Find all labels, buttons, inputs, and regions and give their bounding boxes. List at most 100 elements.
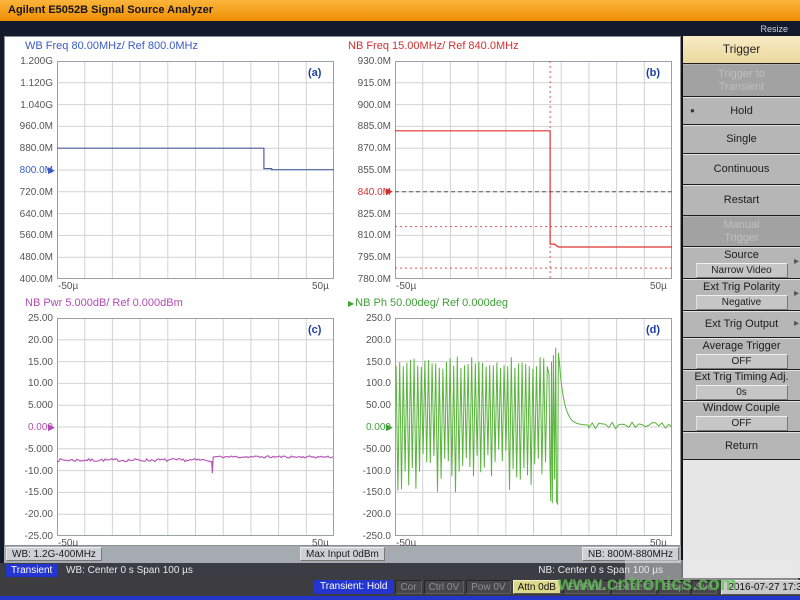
chart-b-title: NB Freq 15.00MHz/ Ref 840.0MHz <box>348 40 519 52</box>
menu-item-trigger-to-transient: Trigger toTransient <box>683 64 800 97</box>
chart-a-plot <box>57 61 334 279</box>
menu-item-value: Narrow Video <box>696 263 788 278</box>
menu-item-label: Window Couple <box>703 402 780 415</box>
chart-c-ytick: 20.00 <box>7 335 53 346</box>
menu-item-label: Return <box>725 440 758 453</box>
status-segment-svc: Svc <box>691 580 718 594</box>
menu-item-label: Manual <box>723 219 759 232</box>
chart-b-corner-label: (b) <box>646 67 660 79</box>
chart-b-xtick-min: -50µ <box>396 281 416 292</box>
chart-c-ytick: -5.000 <box>7 444 53 455</box>
chart-a-ytick: 640.0M <box>7 209 53 220</box>
chart-b-ytick: 840.0M <box>345 187 391 198</box>
chart-b-ytick: 915.0M <box>345 78 391 89</box>
chart-c-ytick: 25.00 <box>7 313 53 324</box>
chart-b-ytick: 900.0M <box>345 100 391 111</box>
softkey-menu: TriggerTrigger toTransientHold●SingleCon… <box>682 36 800 578</box>
menu-item-restart[interactable]: Restart <box>683 185 800 216</box>
menu-item-ext-trig-output[interactable]: Ext Trig Output ▸ <box>683 311 800 338</box>
chart-d-ytick: 250.0 <box>345 313 391 324</box>
chart-c-corner-label: (c) <box>308 324 321 336</box>
chart-d-ytick: -50.00 <box>345 444 391 455</box>
app-window: Agilent E5052B Signal Source Analyzer Re… <box>0 0 800 600</box>
chart-b-ytick: 870.0M <box>345 143 391 154</box>
status-segment-pow-0v: Pow 0V <box>466 580 510 594</box>
status-segment-cor: Cor <box>395 580 421 594</box>
menu-item-value: OFF <box>696 354 788 369</box>
graph-area: WB Freq 80.00MHz/ Ref 800.0MHz 1.200G 1.12… <box>4 36 681 546</box>
chart-d-ytick: 50.00 <box>345 400 391 411</box>
chart-d-ytick: 0.000 <box>345 422 391 433</box>
menu-item-label: Single <box>726 133 757 146</box>
chart-a-ytick: 400.0M <box>7 274 53 285</box>
menu-item-continuous[interactable]: Continuous <box>683 154 800 185</box>
menu-item-label: Hold <box>730 105 753 118</box>
menu-item-hold[interactable]: Hold● <box>683 97 800 125</box>
chart-a-ytick: 480.0M <box>7 252 53 263</box>
chart-a-ref-marker-icon: ▶ <box>48 166 55 175</box>
status-segment-extref1: ExtRef1 <box>563 580 609 594</box>
chart-d-ytick: -100.0 <box>345 466 391 477</box>
chart-d-ytick: -200.0 <box>345 509 391 520</box>
wb-range-box: WB: 1.2G-400MHz <box>6 547 102 561</box>
menu-item-window-couple[interactable]: Window CoupleOFF <box>683 401 800 432</box>
chart-d-ytick: 200.0 <box>345 335 391 346</box>
chart-d-title: ▶NB Ph 50.00deg/ Ref 0.000deg <box>348 297 508 309</box>
menu-header-trigger: Trigger <box>683 36 800 64</box>
menu-item-label: Trigger <box>724 232 758 245</box>
chart-a-ytick: 720.0M <box>7 187 53 198</box>
submenu-arrow-icon: ▸ <box>794 288 799 299</box>
status-segments: CorCtrl 0VPow 0VAttn 0dBExtRef1ExtRef2St… <box>393 580 717 594</box>
status-segment-attn-0db: Attn 0dB <box>513 580 561 594</box>
chart-b-ytick: 810.0M <box>345 230 391 241</box>
submenu-arrow-icon: ▸ <box>794 256 799 267</box>
chart-d-ytick: 150.0 <box>345 357 391 368</box>
submenu-arrow-icon: ▸ <box>794 318 799 329</box>
menu-item-ext-trig-timing-adj[interactable]: Ext Trig Timing Adj.0s <box>683 370 800 401</box>
menu-item-label: Ext Trig Polarity <box>703 281 780 294</box>
menu-item-single[interactable]: Single <box>683 125 800 154</box>
menu-item-ext-trig-polarity[interactable]: Ext Trig PolarityNegative▸ <box>683 279 800 311</box>
chart-a-title: WB Freq 80.00MHz/ Ref 800.0MHz <box>25 40 198 52</box>
chart-b-ytick: 795.0M <box>345 252 391 263</box>
chart-b-ytick: 780.0M <box>345 274 391 285</box>
chart-d-plot <box>395 318 672 536</box>
menu-item-source[interactable]: SourceNarrow Video ▸ <box>683 247 800 279</box>
max-input-box: Max Input 0dBm <box>300 547 385 561</box>
chart-c-ytick: -20.00 <box>7 509 53 520</box>
menu-item-return[interactable]: Return <box>683 432 800 460</box>
chart-b-ytick: 930.0M <box>345 56 391 67</box>
menu-item-label: Ext Trig Timing Adj. <box>694 371 788 384</box>
chart-a-ytick: 1.120G <box>7 78 53 89</box>
chart-c-title: NB Pwr 5.000dB/ Ref 0.000dBm <box>25 297 183 309</box>
menu-item-label: Source <box>724 249 759 262</box>
chart-a-corner-label: (a) <box>308 67 321 79</box>
status-segment-ctrl-0v: Ctrl 0V <box>424 580 465 594</box>
datetime-display: 2016-07-27 17:37 <box>721 580 800 595</box>
chart-d-ytick: -250.0 <box>345 531 391 542</box>
resize-control[interactable]: Resize <box>760 24 788 34</box>
chart-c-ytick: 0.000 <box>7 422 53 433</box>
chart-a-title-text: WB Freq 80.00MHz/ Ref 800.0MHz <box>25 40 198 52</box>
menu-item-label: Ext Trig Output <box>705 318 778 331</box>
chart-d-corner-label: (d) <box>646 324 660 336</box>
status-segment-extref2: ExtRef2 <box>611 580 657 594</box>
chart-d-ytick: -150.0 <box>345 487 391 498</box>
chart-a-ytick: 880.0M <box>7 143 53 154</box>
menu-item-average-trigger[interactable]: Average TriggerOFF <box>683 338 800 370</box>
chart-b-plot <box>395 61 672 279</box>
chart-b-ref-marker-icon: ▶ <box>386 187 393 196</box>
chart-c-ytick: 5.000 <box>7 400 53 411</box>
chart-c-ytick: 15.00 <box>7 357 53 368</box>
nb-range-box: NB: 800M-880MHz <box>582 547 679 561</box>
chart-a-xtick-min: -50µ <box>58 281 78 292</box>
chart-a-ytick: 560.0M <box>7 230 53 241</box>
transient-badge: Transient <box>6 564 57 577</box>
nb-span-text: NB: Center 0 s Span 100 µs <box>538 563 663 578</box>
status-bar: Transient: Hold CorCtrl 0VPow 0VAttn 0dB… <box>0 578 800 596</box>
range-info-bar: WB: 1.2G-400MHz Max Input 0dBm NB: 800M-… <box>4 546 681 563</box>
chart-a-ytick: 1.200G <box>7 56 53 67</box>
chart-b-ytick: 825.0M <box>345 209 391 220</box>
chart-c-ytick: -10.00 <box>7 466 53 477</box>
menu-item-manual-trigger: ManualTrigger <box>683 216 800 247</box>
